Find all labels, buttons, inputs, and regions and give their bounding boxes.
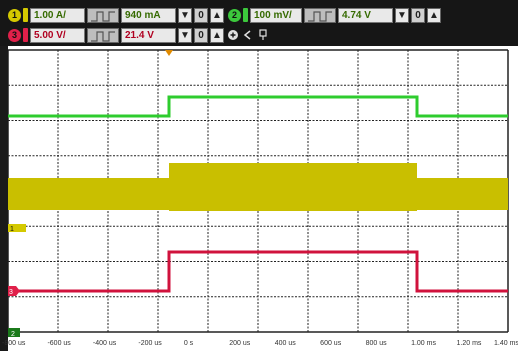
channel-2-badge[interactable]: 2	[228, 8, 241, 22]
channel-3-offset-up-button[interactable]: ▲	[210, 27, 224, 43]
scope-plot: 1 3 2	[8, 49, 509, 338]
channel-3-scale-field[interactable]: 5.00 V/	[30, 27, 85, 43]
svg-text:3: 3	[9, 289, 13, 296]
ch1-trace-band-post	[417, 178, 508, 210]
ch1-trace-band-pulse	[169, 163, 417, 211]
svg-text:2: 2	[11, 331, 15, 338]
toolbar: 1 1.00 A/ 940 mA ▼ 0 ▲ 2 100 mV/ 4.74 V …	[0, 0, 518, 46]
back-icon[interactable]	[242, 29, 254, 41]
oscilloscope-screen[interactable]: 1 3 2	[8, 46, 518, 351]
time-label: 400 us	[274, 340, 296, 347]
waveform-icon	[91, 10, 115, 22]
time-label: -400 us	[92, 340, 117, 347]
channel-2-coupling-button[interactable]	[304, 7, 336, 23]
channel-1-offset-down-button[interactable]: ▼	[178, 7, 192, 23]
waveform-icon	[308, 10, 332, 22]
channel-1-tag	[23, 8, 28, 22]
time-label: -800 us	[2, 340, 26, 347]
ch3-marker: 3	[8, 286, 20, 296]
channel-3-offset-field[interactable]: 21.4 V	[121, 27, 176, 43]
channel-3-badge[interactable]: 3	[8, 28, 21, 42]
waveform-icon	[91, 30, 115, 42]
channel-1-scale-field[interactable]: 1.00 A/	[30, 7, 85, 23]
time-label: 800 us	[365, 340, 387, 347]
channel-2-offset-field[interactable]: 4.74 V	[338, 7, 393, 23]
time-label: 1.20 ms	[456, 340, 482, 347]
add-icon[interactable]	[227, 29, 239, 41]
toolbar-row-2: 3 5.00 V/ 21.4 V ▼ 0 ▲	[8, 26, 269, 44]
toolbar-row-1: 1 1.00 A/ 940 mA ▼ 0 ▲ 2 100 mV/ 4.74 V …	[8, 6, 441, 24]
channel-1-coupling-button[interactable]	[87, 7, 119, 23]
channel-3-offset-down-button[interactable]: ▼	[178, 27, 192, 43]
channel-2-tag	[243, 8, 248, 22]
channel-3-tag	[23, 28, 28, 42]
ch1-trace-band-pre	[8, 178, 169, 210]
marker-icon[interactable]	[257, 29, 269, 41]
time-label: -200 us	[138, 340, 162, 347]
time-label: 1.00 ms	[411, 340, 436, 347]
channel-3-offset-zero-button[interactable]: 0	[194, 27, 208, 43]
channel-2-scale-field[interactable]: 100 mV/	[250, 7, 302, 23]
time-label: -600 us	[47, 340, 71, 347]
time-label: 1.40 ms	[494, 340, 518, 347]
ch1-marker: 1	[8, 224, 26, 233]
channel-2-offset-up-button[interactable]: ▲	[427, 7, 441, 23]
channel-1-offset-up-button[interactable]: ▲	[210, 7, 224, 23]
svg-text:1: 1	[10, 226, 14, 233]
channel-1-offset-field[interactable]: 940 mA	[121, 7, 176, 23]
channel-1-offset-zero-button[interactable]: 0	[194, 7, 208, 23]
time-label: 200 us	[229, 340, 251, 347]
trigger-marker	[165, 50, 173, 56]
channel-3-coupling-button[interactable]	[87, 27, 119, 43]
channel-2-offset-zero-button[interactable]: 0	[411, 7, 425, 23]
channel-2-offset-down-button[interactable]: ▼	[395, 7, 409, 23]
ch2-marker: 2	[8, 328, 20, 338]
time-label: 600 us	[320, 340, 342, 347]
channel-1-badge[interactable]: 1	[8, 8, 21, 22]
time-label: 0 s	[183, 340, 194, 347]
